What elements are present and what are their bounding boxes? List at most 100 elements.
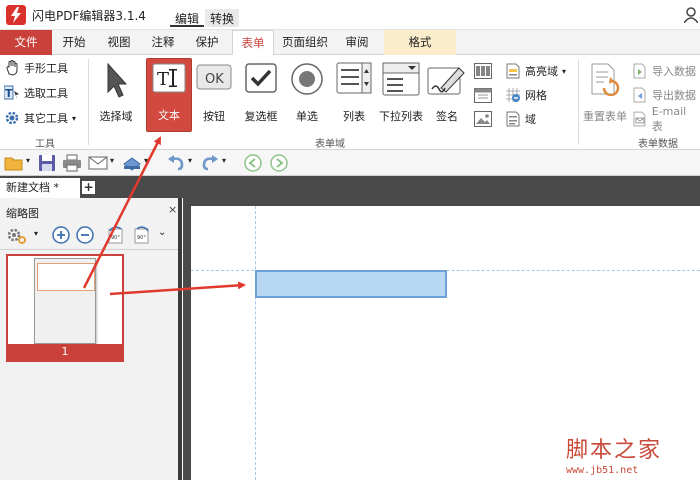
title-bar: 闪电PDF编辑器3.1.4 编辑 转换 — [0, 0, 700, 30]
tools-group-label: 工具 — [35, 139, 55, 150]
chevron-down-icon[interactable]: ▾ — [222, 156, 226, 165]
top-tab-convert[interactable]: 转换 — [205, 9, 240, 27]
other-tools-label: 其它工具 — [24, 112, 68, 125]
select-tool-button[interactable]: T 选取工具 — [4, 84, 68, 102]
dropdown-list-button[interactable]: 下拉列表 — [378, 58, 424, 132]
field-label: 域 — [525, 113, 536, 126]
undo-icon[interactable] — [166, 154, 186, 172]
email-icon[interactable] — [88, 154, 108, 172]
top-tab-edit[interactable]: 编辑 — [170, 9, 205, 27]
open-folder-icon[interactable] — [4, 154, 24, 172]
thumbnail-panel: 缩略图 × ▾ 90° 90° ⌄ 1 — [0, 198, 182, 480]
push-button[interactable]: OK 按钮 — [194, 58, 234, 132]
barcode-button[interactable] — [474, 62, 492, 80]
svg-text:90°: 90° — [137, 235, 146, 241]
email-form-label: E-mail 表 — [651, 104, 687, 133]
text-field-button[interactable]: T 文本 — [146, 58, 192, 132]
ok-button-icon: OK — [196, 64, 232, 90]
export-data-button[interactable]: 导出数据 — [632, 86, 696, 104]
tab-page-organize[interactable]: 页面组织 — [278, 30, 332, 55]
tab-protect[interactable]: 保护 — [190, 30, 224, 55]
rotate-left-icon[interactable]: 90° — [106, 225, 126, 245]
watermark: 脚本之家 www.jb51.net — [566, 432, 662, 476]
text-select-icon: T — [4, 85, 19, 100]
reset-form-button[interactable]: 重置表单 — [582, 58, 628, 132]
print-icon[interactable] — [62, 154, 82, 172]
chevron-down-icon: ▾ — [72, 113, 77, 123]
ribbon: 手形工具 T 选取工具 其它工具 ▾ 工具 选择域 T 文本 OK 按钮 复选框… — [0, 55, 700, 150]
calendar-icon — [474, 88, 492, 103]
other-tools-button[interactable]: 其它工具 ▾ — [4, 109, 76, 127]
import-icon — [633, 63, 646, 79]
close-icon[interactable]: × — [168, 203, 177, 216]
hand-tool-button[interactable]: 手形工具 — [4, 59, 68, 77]
grid-button[interactable]: 网格 — [505, 86, 547, 104]
tab-format[interactable]: 格式 — [384, 30, 456, 55]
app-title: 闪电PDF编辑器3.1.4 — [32, 9, 146, 23]
email-icon — [633, 111, 646, 127]
chevron-down-icon: ▾ — [562, 66, 567, 76]
radio-button[interactable]: 单选 — [286, 58, 328, 132]
rotate-right-icon[interactable]: 90° — [132, 225, 152, 245]
tab-form[interactable]: 表单 — [232, 30, 274, 56]
signature-pen-icon — [427, 67, 465, 95]
list-box-button[interactable]: 列表 — [332, 58, 376, 132]
zoom-out-icon[interactable] — [76, 226, 94, 244]
chevron-down-icon[interactable]: ▾ — [144, 156, 148, 165]
push-button-label: 按钮 — [203, 110, 225, 123]
double-chevron-down-icon[interactable]: ⌄ — [158, 227, 166, 238]
highlight-field-label: 高亮域 — [525, 65, 558, 78]
tab-view[interactable]: 视图 — [102, 30, 136, 55]
page-thumbnail[interactable]: 1 — [6, 254, 124, 362]
user-icon[interactable] — [683, 7, 699, 26]
form-data-group-label: 表单数据 — [638, 139, 678, 150]
tab-annotate[interactable]: 注释 — [146, 30, 180, 55]
tab-file[interactable]: 文件 — [0, 30, 52, 55]
ribbon-divider — [578, 59, 579, 145]
panel-splitter[interactable] — [178, 198, 182, 480]
save-icon[interactable] — [38, 154, 56, 172]
grid-label: 网格 — [525, 89, 547, 102]
grid-icon — [506, 88, 520, 102]
text-form-field[interactable] — [255, 270, 447, 298]
page-number: 1 — [8, 344, 122, 360]
zoom-in-icon[interactable] — [52, 226, 70, 244]
thumbnail-field-preview — [37, 263, 95, 291]
chevron-down-icon[interactable]: ▾ — [34, 229, 38, 238]
import-data-button[interactable]: 导入数据 — [632, 62, 696, 80]
hand-icon — [6, 60, 18, 76]
field-icon — [506, 111, 520, 127]
select-field-button[interactable]: 选择域 — [94, 58, 138, 132]
chevron-down-icon[interactable]: ▾ — [110, 156, 114, 165]
image-field-button[interactable] — [474, 110, 492, 128]
document-tab[interactable]: 新建文档 * — [0, 178, 80, 198]
field-button[interactable]: 域 — [505, 110, 536, 128]
highlight-field-button[interactable]: 高亮域 ▾ — [505, 62, 566, 80]
checkbox-button[interactable]: 复选框 — [240, 58, 282, 132]
select-field-label: 选择域 — [99, 110, 133, 123]
redo-icon[interactable] — [200, 154, 220, 172]
quick-access-toolbar: ▾ ▾ ▾ ▾ ▾ — [0, 150, 700, 176]
ok-icon-text: OK — [205, 72, 224, 87]
watermark-url: www.jb51.net — [566, 465, 639, 476]
scan-icon[interactable] — [122, 154, 142, 172]
date-field-button[interactable] — [474, 86, 492, 104]
image-icon — [474, 111, 492, 127]
signature-label: 签名 — [436, 110, 458, 123]
back-circle-icon[interactable] — [244, 154, 262, 172]
chevron-down-icon[interactable]: ▾ — [188, 156, 192, 165]
form-fields-group-label: 表单域 — [315, 139, 345, 150]
export-data-label: 导出数据 — [652, 89, 696, 102]
tab-home[interactable]: 开始 — [56, 30, 92, 55]
settings-icon[interactable] — [6, 227, 28, 245]
text-field-label: 文本 — [158, 109, 180, 122]
tab-review[interactable]: 审阅 — [338, 30, 376, 55]
barcode-icon — [474, 63, 492, 79]
add-tab-button[interactable]: + — [82, 181, 95, 194]
gear-icon — [5, 111, 19, 125]
forward-circle-icon[interactable] — [270, 154, 288, 172]
email-form-button[interactable]: E-mail 表 — [632, 105, 700, 133]
list-box-label: 列表 — [343, 110, 365, 123]
chevron-down-icon[interactable]: ▾ — [26, 156, 30, 165]
signature-button[interactable]: 签名 — [424, 58, 470, 132]
